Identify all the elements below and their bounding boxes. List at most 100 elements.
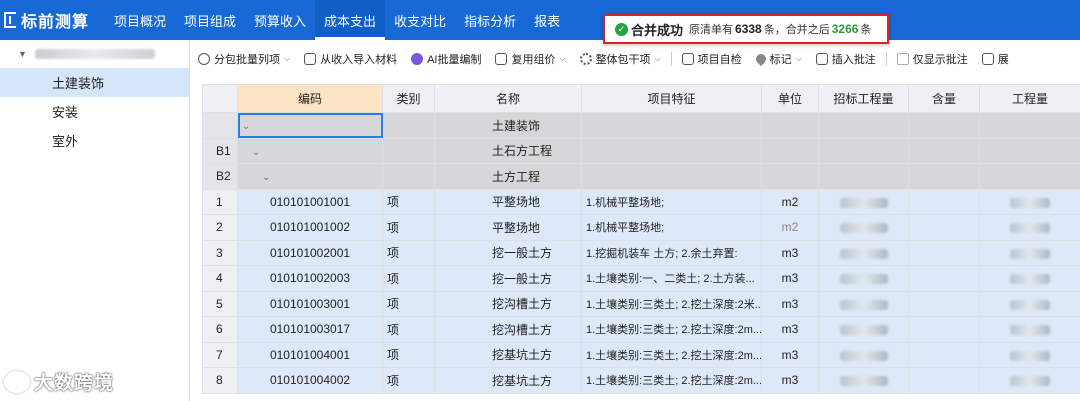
type-cell[interactable]: 项 (382, 265, 435, 292)
code-cell[interactable]: 010101002003 (237, 265, 383, 292)
code-cell[interactable]: 010101003001 (237, 290, 383, 317)
group-row[interactable]: B1 ⌄ 土石方工程 (202, 137, 1080, 164)
type-cell[interactable] (382, 163, 435, 190)
code-cell[interactable]: 010101001001 (237, 188, 383, 215)
quantity-cell[interactable] (979, 367, 1080, 394)
name-cell[interactable]: 平整场地 (434, 214, 582, 241)
unit-cell[interactable] (761, 137, 819, 164)
nav-tab[interactable]: 项目概况 (105, 0, 175, 40)
feature-cell[interactable]: 1.挖掘机装车 土方; 2.余土弃置: (581, 239, 762, 266)
chevron-down-icon[interactable]: ⌄ (242, 121, 250, 132)
tree-item[interactable]: 室外 (0, 126, 189, 155)
feature-cell[interactable]: 1.土壤类别:一、二类土; 2.土方装... (581, 265, 762, 292)
name-cell[interactable]: 挖基坑土方 (434, 341, 582, 368)
nav-tab[interactable]: 指标分析 (455, 0, 525, 40)
bid-quantity-cell[interactable] (818, 290, 909, 317)
unit-cell[interactable] (761, 163, 819, 190)
feature-cell[interactable] (581, 163, 762, 190)
name-cell[interactable]: 挖沟槽土方 (434, 316, 582, 343)
bid-quantity-cell[interactable] (818, 265, 909, 292)
quantity-cell[interactable] (979, 239, 1080, 266)
chevron-down-icon[interactable]: ⌄ (262, 172, 270, 183)
unit-cell[interactable]: m3 (761, 239, 819, 266)
nav-tab[interactable]: 预算收入 (245, 0, 315, 40)
name-cell[interactable]: 土方工程 (434, 163, 582, 190)
column-header[interactable]: 招标工程量 (818, 84, 909, 113)
bid-quantity-cell[interactable] (818, 188, 909, 215)
bid-quantity-cell[interactable] (818, 163, 909, 190)
column-header[interactable]: 含量 (908, 84, 980, 113)
group-row[interactable]: B2 ⌄ 土方工程 (202, 163, 1080, 190)
toolbar-button[interactable]: 项目自检 (675, 47, 749, 71)
toolbar-button[interactable]: 整体包干项 ⌵ (573, 47, 668, 71)
type-cell[interactable] (382, 137, 435, 164)
content-cell[interactable] (908, 188, 980, 215)
name-cell[interactable]: 土石方工程 (434, 137, 582, 164)
feature-cell[interactable] (581, 137, 762, 164)
chevron-down-icon[interactable]: ⌵ (655, 54, 661, 64)
table-row[interactable]: 6 010101003017 项挖沟槽土方 1.土壤类别:三类土; 2.挖土深度:2m… (202, 316, 1080, 343)
bid-quantity-cell[interactable] (818, 214, 909, 241)
table-row[interactable]: 3 010101002001 项挖一般土方 1.挖掘机装车 土方; 2.余土弃置: m3 (202, 239, 1080, 266)
code-cell[interactable]: 010101003017 (237, 316, 383, 343)
content-cell[interactable] (908, 239, 980, 266)
feature-cell[interactable]: 1.机械平整场地; (581, 214, 762, 241)
quantity-cell[interactable] (979, 188, 1080, 215)
feature-cell[interactable]: 1.土壤类别:三类土; 2.挖土深度:2m... (581, 316, 762, 343)
quantity-cell[interactable] (979, 137, 1080, 164)
quantity-cell[interactable] (979, 290, 1080, 317)
chevron-down-icon[interactable]: ⌵ (284, 54, 290, 64)
name-cell[interactable]: 挖沟槽土方 (434, 290, 582, 317)
type-cell[interactable]: 项 (382, 316, 435, 343)
toolbar-button[interactable]: 插入批注 (809, 47, 883, 71)
quantity-cell[interactable] (979, 112, 1080, 139)
column-header[interactable]: 项目特征 (581, 84, 762, 113)
table-row[interactable]: 8 010101004002 项挖基坑土方 1.土壤类别:三类土; 2.挖土深度:2m… (202, 367, 1080, 394)
name-cell[interactable]: 土建装饰 (434, 112, 582, 139)
tree-item[interactable]: 安装 (0, 97, 189, 126)
content-cell[interactable] (908, 341, 980, 368)
unit-cell[interactable]: m3 (761, 367, 819, 394)
code-cell[interactable]: 010101002001 (237, 239, 383, 266)
toolbar-button[interactable]: 从收入导入材料 (297, 47, 404, 71)
type-cell[interactable] (382, 112, 435, 139)
name-cell[interactable]: 平整场地 (434, 188, 582, 215)
toolbar-button[interactable]: AI批量编制 (404, 47, 488, 71)
nav-tab[interactable]: 报表 (525, 0, 569, 40)
column-header[interactable] (202, 84, 238, 113)
table-row[interactable]: 1 010101001001 项平整场地 1.机械平整场地; m2 (202, 188, 1080, 215)
code-cell[interactable]: ⌄ (237, 163, 383, 190)
toolbar-button[interactable]: 展 (975, 47, 1016, 71)
toolbar-button[interactable]: 标记 ⌵ (749, 47, 809, 71)
column-header[interactable]: 编码 (237, 84, 383, 113)
bid-quantity-cell[interactable] (818, 112, 909, 139)
nav-tab[interactable]: 收支对比 (385, 0, 455, 40)
unit-cell[interactable] (761, 112, 819, 139)
table-row[interactable]: 2 010101001002 项平整场地 1.机械平整场地; m2 (202, 214, 1080, 241)
bid-quantity-cell[interactable] (818, 367, 909, 394)
table-row[interactable]: 5 010101003001 项挖沟槽土方 1.土壤类别:三类土; 2.挖土深度:2米… (202, 290, 1080, 317)
content-cell[interactable] (908, 290, 980, 317)
chevron-down-icon[interactable]: ⌵ (559, 54, 565, 64)
tree-item[interactable]: 土建装饰 (0, 68, 189, 97)
content-cell[interactable] (908, 214, 980, 241)
name-cell[interactable]: 挖一般土方 (434, 239, 582, 266)
column-header[interactable]: 单位 (761, 84, 819, 113)
type-cell[interactable]: 项 (382, 367, 435, 394)
type-cell[interactable]: 项 (382, 341, 435, 368)
code-cell[interactable]: ⌄ (237, 137, 383, 164)
chevron-down-icon[interactable]: ⌄ (252, 147, 260, 158)
quantity-cell[interactable] (979, 163, 1080, 190)
code-cell[interactable]: 010101001002 (237, 214, 383, 241)
content-cell[interactable] (908, 163, 980, 190)
unit-cell[interactable]: m3 (761, 265, 819, 292)
bid-quantity-cell[interactable] (818, 341, 909, 368)
unit-cell[interactable]: m2 (761, 188, 819, 215)
group-row[interactable]: ⌄ 土建装饰 (202, 112, 1080, 139)
bid-quantity-cell[interactable] (818, 239, 909, 266)
type-cell[interactable]: 项 (382, 214, 435, 241)
nav-tab[interactable]: 成本支出 (315, 0, 386, 40)
type-cell[interactable]: 项 (382, 290, 435, 317)
feature-cell[interactable]: 1.土壤类别:三类土; 2.挖土深度:2米... (581, 290, 762, 317)
tree-root-node[interactable]: ▼ (0, 40, 189, 68)
